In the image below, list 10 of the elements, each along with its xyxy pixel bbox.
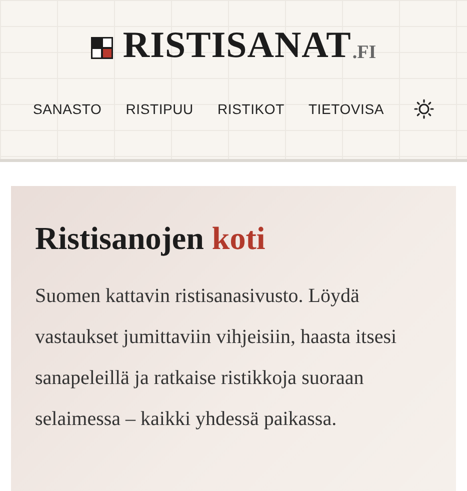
nav-link[interactable]: RISTIKOT <box>217 101 284 117</box>
nav-link[interactable]: TIETOVISA <box>308 101 384 117</box>
nav-link[interactable]: SANASTO <box>32 101 102 117</box>
nav-link[interactable]: RISTIPUU <box>126 101 194 117</box>
hero-text: Suomen kattavin ristisanasivusto. Löydä vastaukset jumittaviin vihjeisiin, haasta itsesi sanapeleillä ja ratkaise ristikkoja suoraan selaimessa – kaikki yhdessä paikassa. <box>35 284 398 432</box>
logo-icon <box>90 37 113 59</box>
logo-text[interactable]: RISTISANAT <box>122 26 352 66</box>
theme-toggle-icon[interactable] <box>414 99 434 119</box>
logo-suffix: .FI <box>352 41 376 65</box>
hero-title: Ristisanojen koti <box>35 219 266 258</box>
